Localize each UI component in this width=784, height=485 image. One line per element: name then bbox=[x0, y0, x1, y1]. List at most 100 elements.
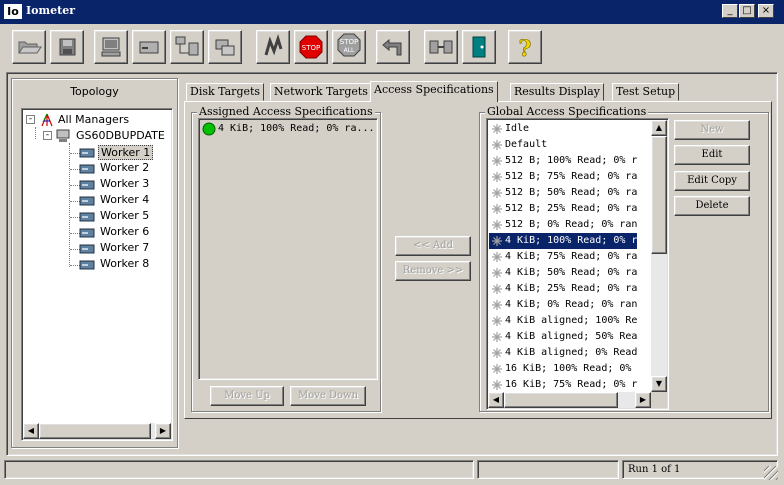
tab-access-specifications[interactable]: Access Specifications bbox=[370, 81, 498, 102]
worker-disk-icon bbox=[79, 148, 95, 158]
spec-asterisk-icon bbox=[492, 156, 502, 166]
scroll-up-arrow[interactable]: ▲ bbox=[651, 120, 667, 136]
stop-all-button[interactable]: STOP ALL bbox=[332, 30, 366, 64]
global-spec-item[interactable]: 16 KiB; 75% Read; 0% ran bbox=[489, 377, 637, 393]
edit-copy-spec-button[interactable]: Edit Copy bbox=[674, 171, 750, 191]
tree-worker-2[interactable]: Worker 2 bbox=[100, 161, 149, 174]
assigned-list[interactable]: 4 KiB; 100% Read; 0% ra... bbox=[198, 118, 378, 380]
collapse-root-toggle[interactable]: - bbox=[26, 115, 35, 124]
tab-disk-targets[interactable]: Disk Targets bbox=[186, 83, 265, 101]
exit-button[interactable] bbox=[462, 30, 496, 64]
run-status: Run 1 of 1 bbox=[628, 464, 681, 475]
minimize-button[interactable]: _ bbox=[722, 4, 738, 18]
tree-worker-6[interactable]: Worker 6 bbox=[100, 225, 149, 238]
app-icon: Io bbox=[4, 4, 22, 19]
tree-worker-5[interactable]: Worker 5 bbox=[100, 209, 149, 222]
reset-workers-button[interactable] bbox=[376, 30, 410, 64]
scrollbar-corner bbox=[651, 392, 667, 408]
help-button[interactable]: ? bbox=[508, 30, 542, 64]
stop-button[interactable]: STOP bbox=[294, 30, 328, 64]
scroll-right-arrow[interactable]: ▶ bbox=[635, 392, 651, 408]
global-spec-item[interactable]: 4 KiB; 0% Read; 0% rando bbox=[489, 297, 637, 313]
tree-worker-3[interactable]: Worker 3 bbox=[100, 177, 149, 190]
scroll-down-arrow[interactable]: ▼ bbox=[651, 376, 667, 392]
scroll-left-arrow[interactable]: ◀ bbox=[23, 423, 39, 439]
global-spec-item[interactable]: 512 B; 100% Read; 0% ra bbox=[489, 153, 637, 169]
global-spec-item[interactable]: 512 B; 75% Read; 0% rand bbox=[489, 169, 637, 185]
spec-asterisk-icon bbox=[492, 172, 502, 182]
status-pane-run: Run 1 of 1 bbox=[622, 460, 778, 479]
global-spec-label: Default bbox=[505, 139, 548, 150]
global-horizontal-scrollbar[interactable]: ◀ ▶ bbox=[488, 392, 651, 408]
tree-worker-7[interactable]: Worker 7 bbox=[100, 241, 149, 254]
global-spec-label: 4 KiB aligned; 50% Read. bbox=[505, 331, 637, 342]
global-spec-label: 4 KiB; 25% Read; 0% rand bbox=[505, 283, 637, 294]
tree-horizontal-scrollbar[interactable]: ◀ ▶ bbox=[23, 423, 171, 439]
scroll-thumb[interactable] bbox=[39, 423, 151, 439]
undo-arrow-icon bbox=[382, 38, 402, 56]
spec-asterisk-icon bbox=[492, 284, 502, 294]
global-spec-item[interactable]: 512 B; 25% Read; 0% rand bbox=[489, 201, 637, 217]
tab-network-targets[interactable]: Network Targets bbox=[270, 83, 372, 101]
scroll-thumb[interactable] bbox=[651, 136, 667, 254]
global-spec-item[interactable]: 4 KiB aligned; 100% Rea. bbox=[489, 313, 637, 329]
status-pane-left bbox=[4, 460, 474, 479]
global-vertical-scrollbar[interactable]: ▲ ▼ bbox=[651, 120, 667, 392]
new-spec-button[interactable]: New bbox=[674, 120, 750, 140]
save-button[interactable] bbox=[50, 30, 84, 64]
global-spec-item[interactable]: 4 KiB aligned; 0% Read;. bbox=[489, 345, 637, 361]
maximize-button[interactable]: □ bbox=[739, 4, 755, 18]
move-up-button[interactable]: Move Up bbox=[210, 386, 284, 406]
spec-asterisk-icon bbox=[492, 140, 502, 150]
new-manager-button[interactable] bbox=[132, 30, 166, 64]
global-spec-item[interactable]: 512 B; 0% Read; 0% rando bbox=[489, 217, 637, 233]
close-button[interactable]: × bbox=[758, 4, 774, 18]
delete-spec-button[interactable]: Delete bbox=[674, 196, 750, 216]
remove-button[interactable]: Remove >> bbox=[395, 261, 471, 281]
resize-grip[interactable] bbox=[764, 466, 778, 480]
svg-text:?: ? bbox=[519, 36, 532, 62]
disconnect-icon bbox=[429, 40, 453, 54]
scroll-thumb[interactable] bbox=[504, 392, 618, 408]
scroll-right-arrow[interactable]: ▶ bbox=[155, 423, 171, 439]
start-display-button[interactable] bbox=[94, 30, 128, 64]
collapse-manager-toggle[interactable]: - bbox=[43, 131, 52, 140]
spec-asterisk-icon bbox=[492, 348, 502, 358]
global-spec-item[interactable]: 4 KiB; 50% Read; 0% rand bbox=[489, 265, 637, 281]
tree-manager[interactable]: GS60DBUPDATE bbox=[76, 129, 165, 142]
copy-worker-button[interactable] bbox=[208, 30, 242, 64]
open-button[interactable] bbox=[12, 30, 46, 64]
global-spec-item[interactable]: 512 B; 50% Read; 0% rand bbox=[489, 185, 637, 201]
assigned-item-label: 4 KiB; 100% Read; 0% ra... bbox=[218, 123, 375, 134]
scroll-left-arrow[interactable]: ◀ bbox=[488, 392, 504, 408]
new-worker-button[interactable] bbox=[170, 30, 204, 64]
tree-worker-8[interactable]: Worker 8 bbox=[100, 257, 149, 270]
global-spec-item[interactable]: 4 KiB aligned; 50% Read. bbox=[489, 329, 637, 345]
global-list[interactable]: Idle Default 512 B; 100% Read; 0% ra 512 B;… bbox=[486, 118, 669, 410]
tree-worker-4[interactable]: Worker 4 bbox=[100, 193, 149, 206]
global-spec-item[interactable]: Idle bbox=[489, 121, 637, 137]
add-button[interactable]: << Add bbox=[395, 236, 471, 256]
global-spec-label: 512 B; 0% Read; 0% rando bbox=[505, 219, 637, 230]
global-spec-item[interactable]: 4 KiB; 100% Read; 0% ra. bbox=[489, 233, 637, 249]
svg-text:STOP: STOP bbox=[302, 44, 320, 52]
tab-results-display[interactable]: Results Display bbox=[510, 83, 604, 101]
start-tests-button[interactable] bbox=[256, 30, 290, 64]
spec-asterisk-icon bbox=[492, 268, 502, 278]
disconnect-button[interactable] bbox=[424, 30, 458, 64]
svg-text:ALL: ALL bbox=[344, 47, 355, 54]
tree-worker-1[interactable]: Worker 1 bbox=[98, 145, 154, 160]
global-spec-item[interactable]: 16 KiB; 100% Read; 0% r. bbox=[489, 361, 637, 377]
global-spec-item[interactable]: 4 KiB; 25% Read; 0% rand bbox=[489, 281, 637, 297]
global-spec-label: 16 KiB; 100% Read; 0% r. bbox=[505, 363, 637, 374]
assigned-item[interactable]: 4 KiB; 100% Read; 0% ra... bbox=[201, 121, 375, 137]
move-down-button[interactable]: Move Down bbox=[290, 386, 366, 406]
tree-all-managers[interactable]: All Managers bbox=[58, 113, 129, 126]
global-spec-item[interactable]: 4 KiB; 75% Read; 0% rand bbox=[489, 249, 637, 265]
global-spec-label: 4 KiB; 50% Read; 0% rand bbox=[505, 267, 637, 278]
worker-disk-icon bbox=[79, 260, 95, 270]
global-spec-item[interactable]: Default bbox=[489, 137, 637, 153]
edit-spec-button[interactable]: Edit bbox=[674, 145, 750, 165]
tab-test-setup[interactable]: Test Setup bbox=[612, 83, 680, 101]
stop-all-sign-icon: STOPALL bbox=[337, 33, 361, 57]
